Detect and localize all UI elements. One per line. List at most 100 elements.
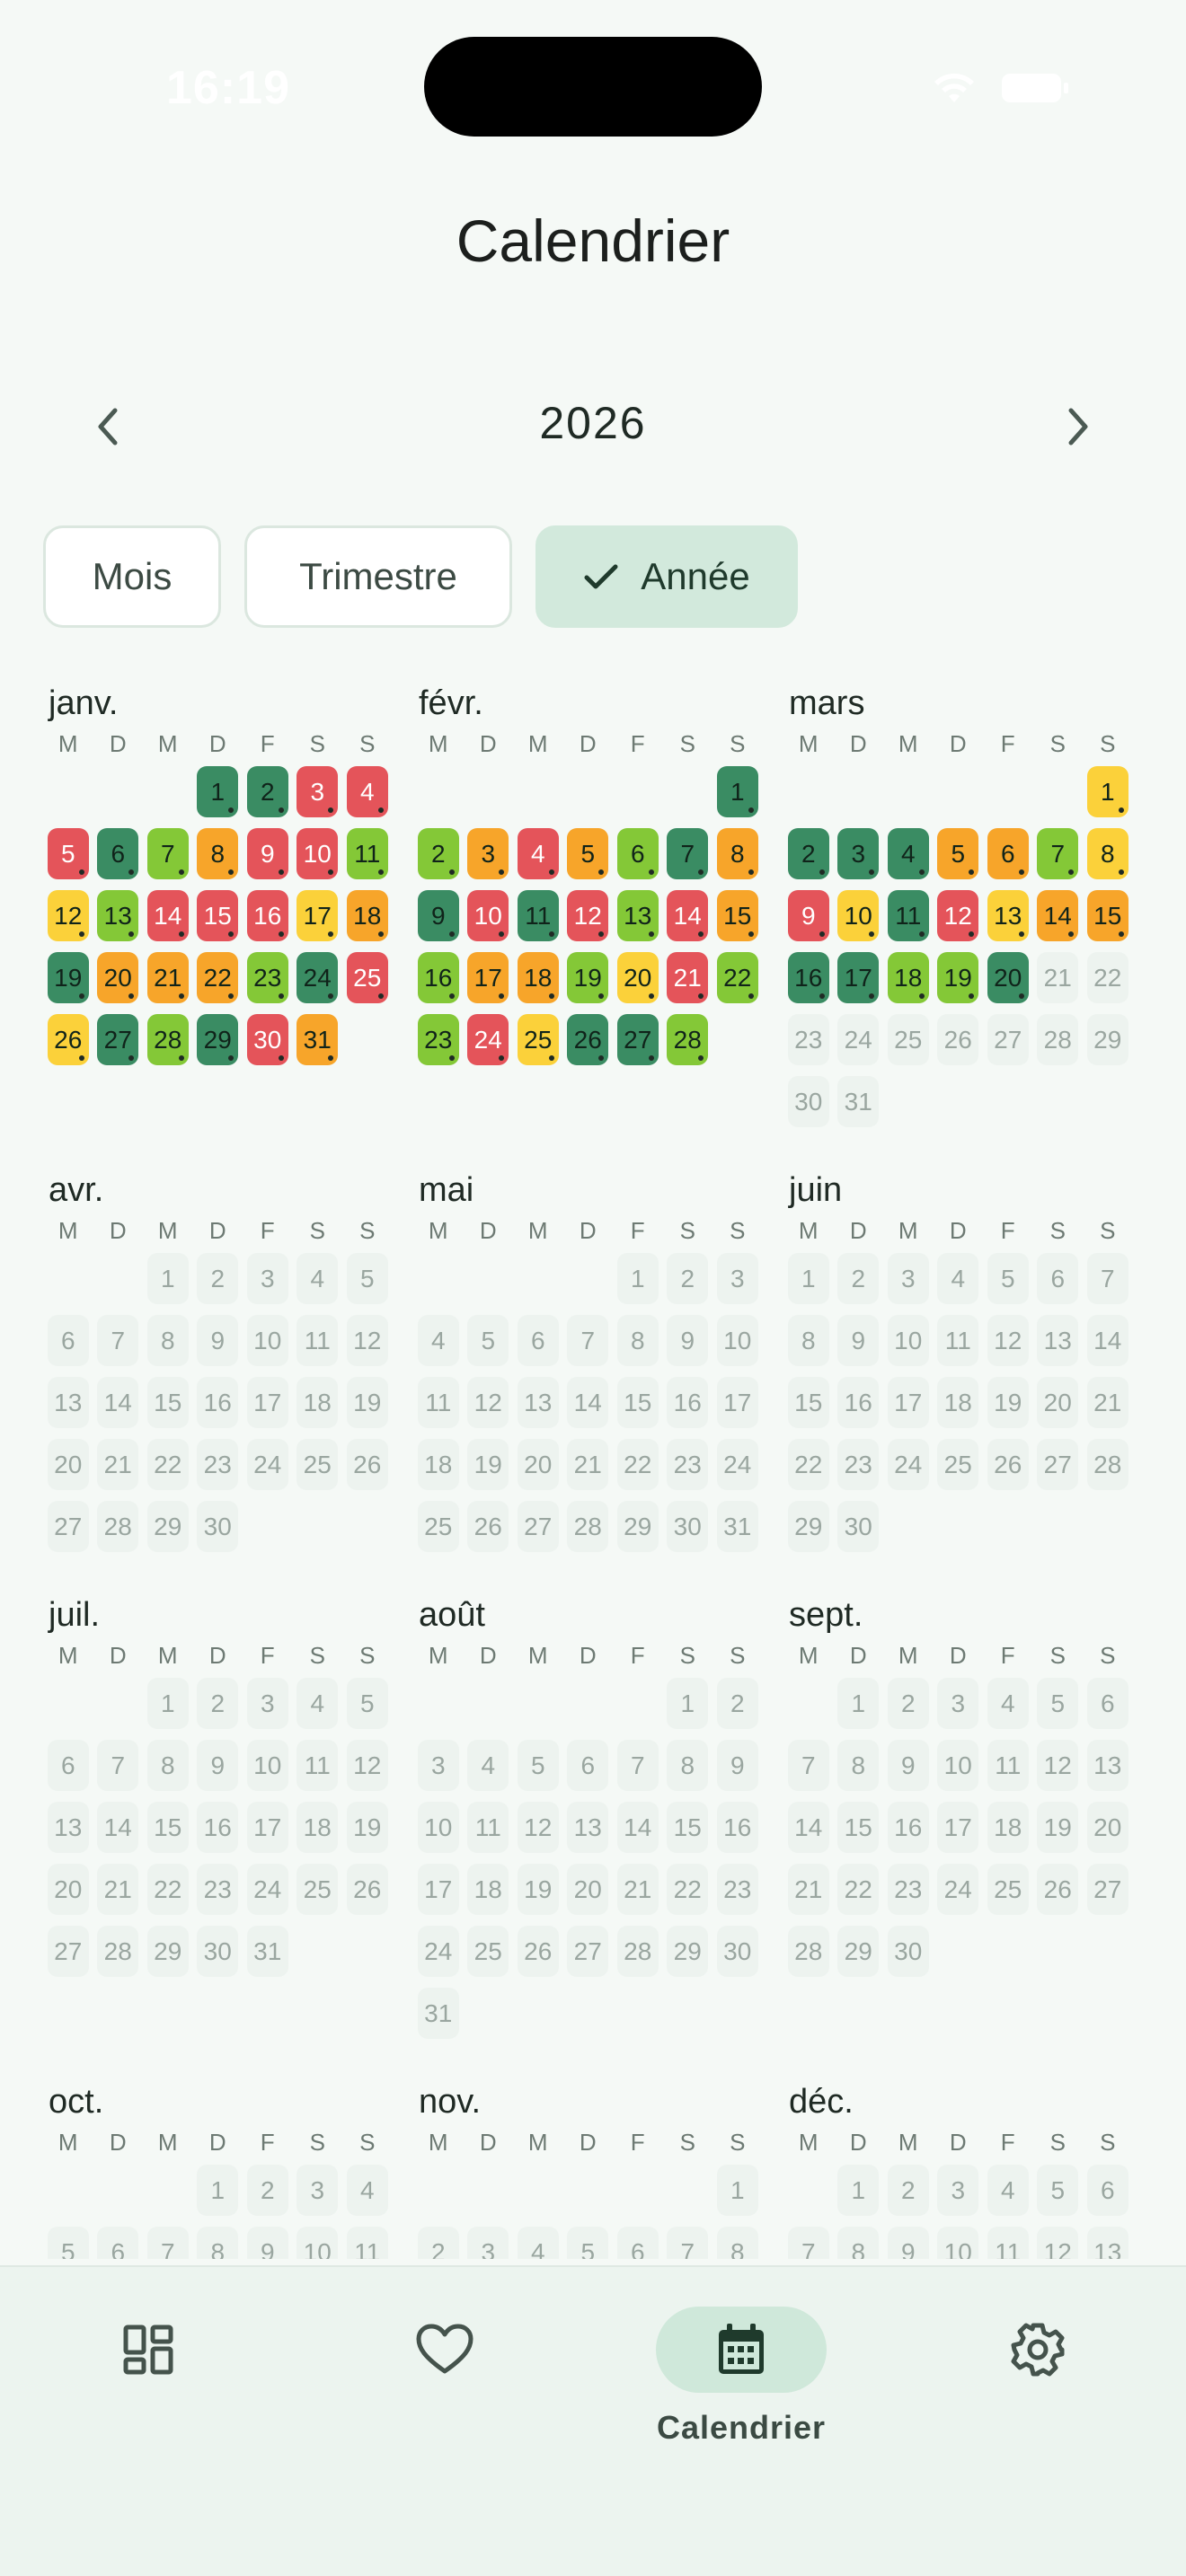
day-cell[interactable]: 24 [296, 952, 339, 1003]
day-cell[interactable]: 14 [787, 1802, 829, 1853]
day-cell[interactable]: 22 [146, 1864, 189, 1915]
day-cell[interactable]: 26 [1037, 1864, 1079, 1915]
segment-quarter[interactable]: Trimestre [244, 525, 512, 628]
day-cell[interactable]: 29 [197, 1014, 239, 1065]
day-cell[interactable]: 7 [787, 2227, 829, 2259]
day-cell[interactable]: 1 [716, 766, 758, 817]
day-cell[interactable]: 31 [716, 1501, 758, 1552]
day-cell[interactable]: 3 [837, 828, 880, 879]
day-cell[interactable]: 11 [346, 2227, 388, 2259]
segment-year[interactable]: Année [535, 525, 798, 628]
day-cell[interactable]: 17 [296, 890, 339, 941]
day-cell[interactable]: 7 [97, 1740, 139, 1791]
day-cell[interactable]: 30 [716, 1926, 758, 1977]
day-cell[interactable]: 29 [616, 1501, 659, 1552]
tab-dashboard[interactable] [58, 2307, 238, 2450]
day-cell[interactable]: 8 [1086, 828, 1128, 879]
day-cell[interactable]: 29 [1086, 1014, 1128, 1065]
day-cell[interactable]: 9 [197, 1740, 239, 1791]
day-cell[interactable]: 4 [346, 766, 388, 817]
day-cell[interactable]: 3 [887, 1253, 929, 1304]
day-cell[interactable]: 10 [246, 1740, 288, 1791]
day-cell[interactable]: 21 [567, 1439, 609, 1490]
day-cell[interactable]: 16 [787, 952, 829, 1003]
day-cell[interactable]: 8 [716, 2227, 758, 2259]
day-cell[interactable]: 2 [417, 828, 459, 879]
day-cell[interactable]: 17 [246, 1802, 288, 1853]
day-cell[interactable]: 4 [517, 2227, 559, 2259]
day-cell[interactable]: 12 [346, 1315, 388, 1366]
day-cell[interactable]: 22 [616, 1439, 659, 1490]
day-cell[interactable]: 22 [787, 1439, 829, 1490]
day-cell[interactable]: 1 [667, 1678, 709, 1729]
day-cell[interactable]: 1 [197, 2165, 239, 2216]
day-cell[interactable]: 28 [567, 1501, 609, 1552]
day-cell[interactable]: 1 [1086, 766, 1128, 817]
day-cell[interactable]: 10 [296, 2227, 339, 2259]
day-cell[interactable]: 29 [146, 1501, 189, 1552]
day-cell[interactable]: 24 [887, 1439, 929, 1490]
day-cell[interactable]: 9 [667, 1315, 709, 1366]
day-cell[interactable]: 12 [567, 890, 609, 941]
day-cell[interactable]: 6 [517, 1315, 559, 1366]
day-cell[interactable]: 8 [146, 1315, 189, 1366]
day-cell[interactable]: 26 [346, 1864, 388, 1915]
day-cell[interactable]: 24 [837, 1014, 880, 1065]
day-cell[interactable]: 7 [667, 2227, 709, 2259]
day-cell[interactable]: 19 [517, 1864, 559, 1915]
day-cell[interactable]: 13 [97, 890, 139, 941]
day-cell[interactable]: 10 [716, 1315, 758, 1366]
day-cell[interactable]: 11 [467, 1802, 509, 1853]
day-cell[interactable]: 28 [146, 1014, 189, 1065]
day-cell[interactable]: 3 [296, 2165, 339, 2216]
day-cell[interactable]: 10 [246, 1315, 288, 1366]
day-cell[interactable]: 24 [246, 1864, 288, 1915]
day-cell[interactable]: 2 [246, 2165, 288, 2216]
day-cell[interactable]: 28 [1086, 1439, 1128, 1490]
day-cell[interactable]: 31 [417, 1988, 459, 2039]
day-cell[interactable]: 1 [616, 1253, 659, 1304]
day-cell[interactable]: 6 [47, 1315, 89, 1366]
day-cell[interactable]: 26 [567, 1014, 609, 1065]
day-cell[interactable]: 16 [246, 890, 288, 941]
day-cell[interactable]: 9 [887, 2227, 929, 2259]
day-cell[interactable]: 24 [937, 1864, 979, 1915]
day-cell[interactable]: 22 [1086, 952, 1128, 1003]
day-cell[interactable]: 6 [616, 2227, 659, 2259]
day-cell[interactable]: 3 [716, 1253, 758, 1304]
day-cell[interactable]: 4 [346, 2165, 388, 2216]
day-cell[interactable]: 22 [146, 1439, 189, 1490]
day-cell[interactable]: 9 [887, 1740, 929, 1791]
day-cell[interactable]: 10 [887, 1315, 929, 1366]
day-cell[interactable]: 9 [246, 828, 288, 879]
day-cell[interactable]: 10 [837, 890, 880, 941]
day-cell[interactable]: 14 [616, 1802, 659, 1853]
day-cell[interactable]: 23 [787, 1014, 829, 1065]
day-cell[interactable]: 10 [467, 890, 509, 941]
day-cell[interactable]: 20 [1037, 1377, 1079, 1428]
day-cell[interactable]: 4 [987, 1678, 1029, 1729]
day-cell[interactable]: 21 [97, 1864, 139, 1915]
day-cell[interactable]: 19 [47, 952, 89, 1003]
day-cell[interactable]: 26 [467, 1501, 509, 1552]
day-cell[interactable]: 15 [787, 1377, 829, 1428]
day-cell[interactable]: 3 [467, 828, 509, 879]
day-cell[interactable]: 3 [937, 1678, 979, 1729]
day-cell[interactable]: 2 [246, 766, 288, 817]
day-cell[interactable]: 15 [616, 1377, 659, 1428]
day-cell[interactable]: 28 [97, 1926, 139, 1977]
day-cell[interactable]: 2 [787, 828, 829, 879]
day-cell[interactable]: 25 [937, 1439, 979, 1490]
day-cell[interactable]: 1 [787, 1253, 829, 1304]
day-cell[interactable]: 21 [667, 952, 709, 1003]
day-cell[interactable]: 17 [417, 1864, 459, 1915]
day-cell[interactable]: 7 [567, 1315, 609, 1366]
day-cell[interactable]: 7 [97, 1315, 139, 1366]
day-cell[interactable]: 5 [346, 1253, 388, 1304]
day-cell[interactable]: 18 [987, 1802, 1029, 1853]
day-cell[interactable]: 10 [937, 1740, 979, 1791]
day-cell[interactable]: 7 [616, 1740, 659, 1791]
day-cell[interactable]: 2 [837, 1253, 880, 1304]
day-cell[interactable]: 12 [1037, 1740, 1079, 1791]
day-cell[interactable]: 9 [787, 890, 829, 941]
